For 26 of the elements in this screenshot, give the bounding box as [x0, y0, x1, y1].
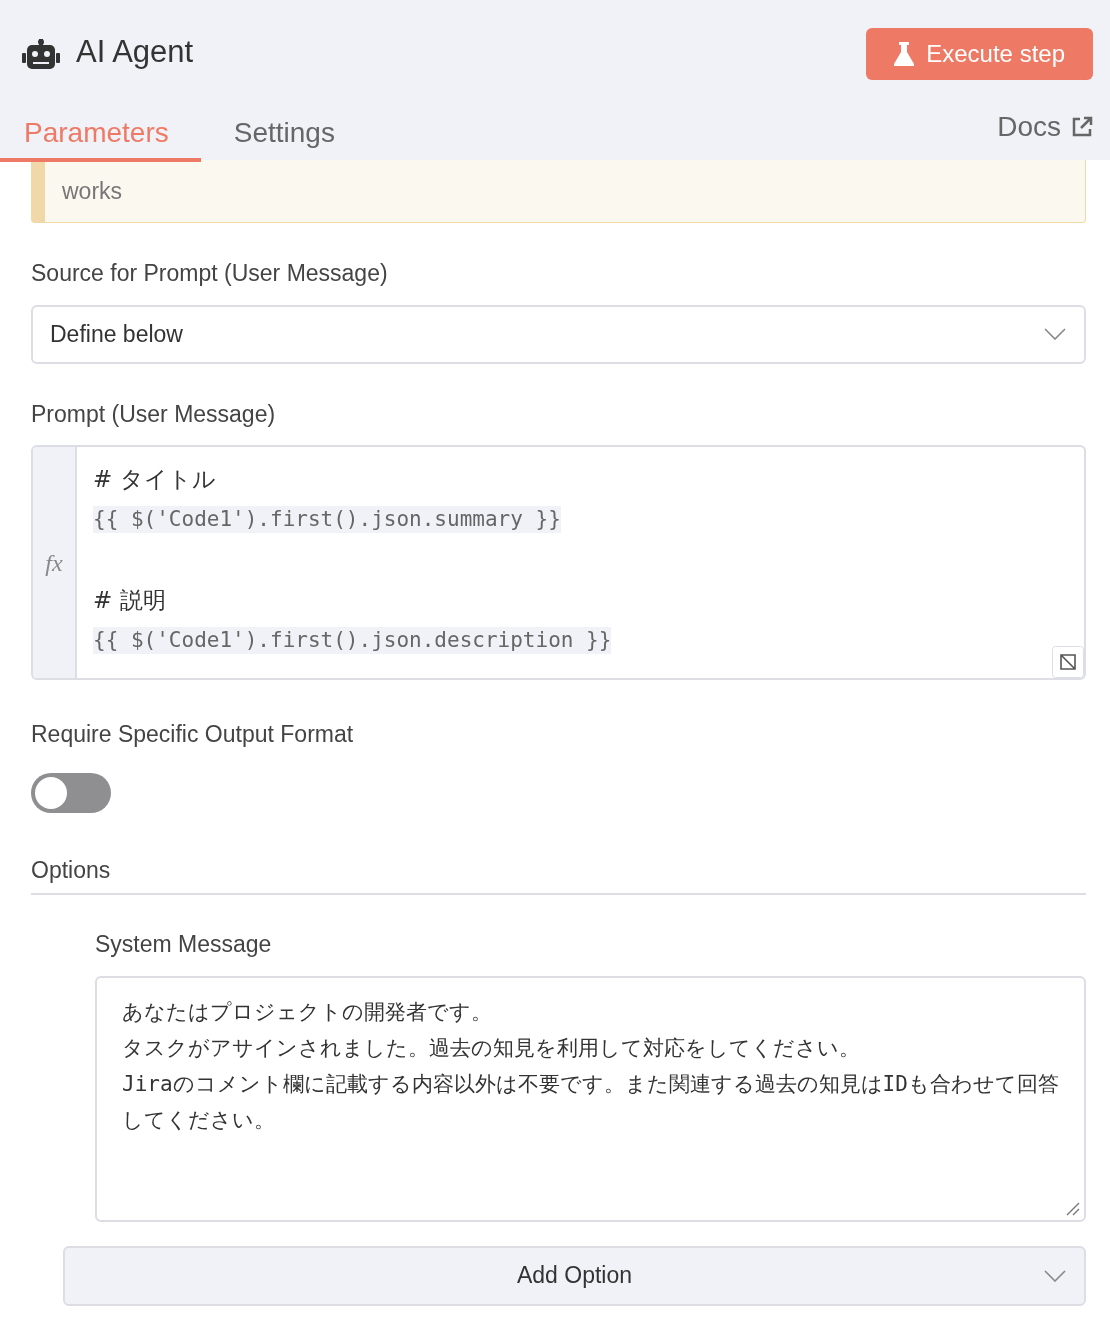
- code-line: # 説明: [93, 585, 166, 615]
- flask-icon: [894, 42, 915, 66]
- section-title: Options: [31, 852, 1086, 895]
- add-option-dropdown[interactable]: Add Option: [63, 1245, 1086, 1306]
- field-label: Source for Prompt (User Message): [31, 259, 389, 288]
- toggle-switch[interactable]: [31, 772, 111, 813]
- chevron-down-icon: [1044, 328, 1066, 340]
- chevron-down-icon: [1044, 1269, 1066, 1282]
- fx-label: fx: [45, 548, 63, 578]
- tip-text: works: [62, 177, 124, 206]
- robot-icon: [22, 39, 60, 69]
- panel-title: AI Agent: [76, 33, 194, 72]
- prompt-editor[interactable]: fx # タイトル {{ $('Code1').first().json.summary }} # 説明 {{ $('Code1').first().json.description }}: [31, 445, 1086, 680]
- resize-handle-icon[interactable]: [1066, 1201, 1080, 1216]
- field-label: System Message: [95, 930, 273, 959]
- field-label: Require Specific Output Format: [31, 720, 355, 749]
- field-label: Prompt (User Message): [31, 399, 277, 429]
- external-link-icon: [1071, 116, 1093, 138]
- expression-text: {{ $('Code1').first().json.description }}: [93, 627, 612, 654]
- system-message-textarea[interactable]: あなたはプロジェクトの開発者です。 タスクがアサインされました。過去の知見を利用して対応をしてください。 Jiraのコメント欄に記載する内容以外は不要です。また関連する過去の知見はIDも合わせて回答してください。: [95, 975, 1086, 1222]
- code-line: # タイトル: [93, 464, 216, 494]
- source-dropdown[interactable]: Define below: [31, 304, 1086, 364]
- expression-text: {{ $('Code1').first().json.summary }}: [93, 506, 561, 533]
- docs-link[interactable]: Docs: [997, 106, 1093, 162]
- tab[interactable]: Settings: [200, 108, 368, 162]
- expand-icon[interactable]: [1052, 646, 1084, 678]
